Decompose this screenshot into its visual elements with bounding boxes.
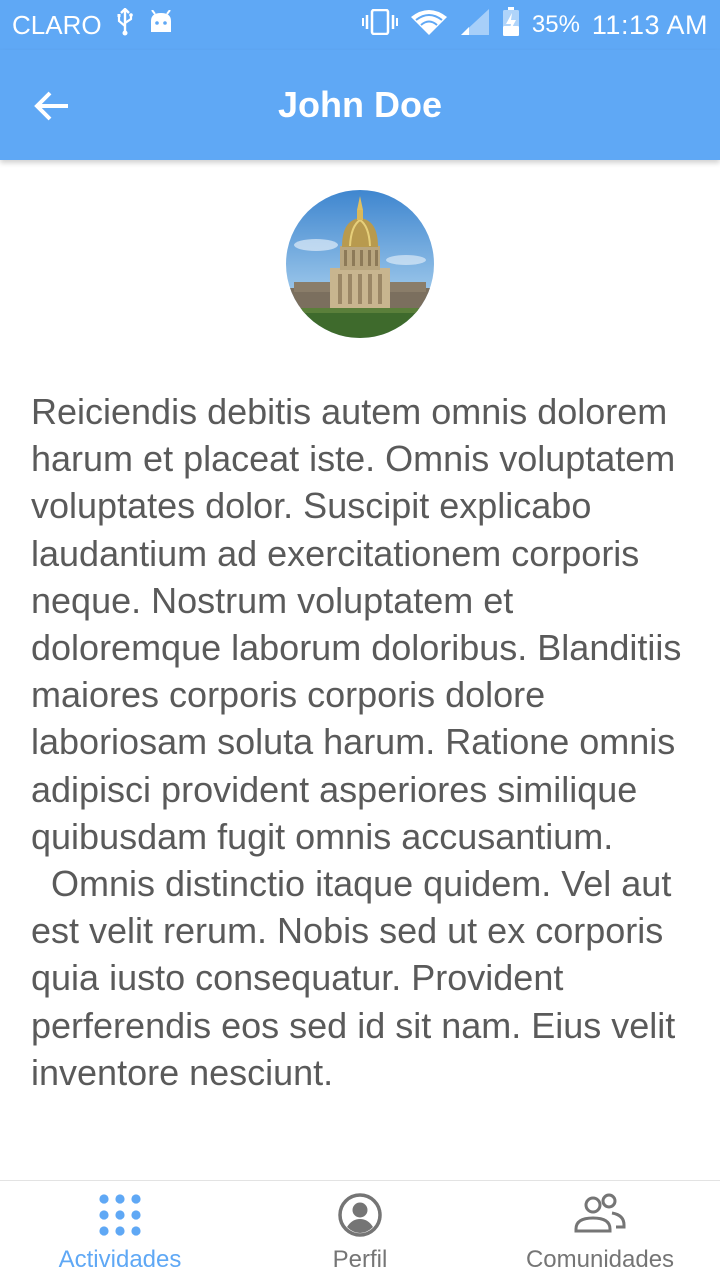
wifi-icon xyxy=(410,8,448,43)
nav-item-comunidades[interactable]: Comunidades xyxy=(480,1181,720,1281)
vibrate-icon xyxy=(361,8,398,42)
bio-paragraph: Reiciendis debitis autem omnis dolorem h… xyxy=(31,391,682,857)
battery-level: 35% xyxy=(531,11,580,38)
bottom-navigation: Actividades Perfil Comunidades xyxy=(0,1180,720,1281)
avatar[interactable] xyxy=(286,190,434,338)
android-icon xyxy=(148,8,174,41)
usb-icon xyxy=(116,6,134,43)
page-title: John Doe xyxy=(277,84,442,125)
clock: 11:13 AM xyxy=(591,9,708,40)
carrier-label: CLARO xyxy=(12,9,102,40)
bio-text: Reiciendis debitis autem omnis dolorem h… xyxy=(31,388,691,1096)
app-bar: John Doe xyxy=(0,50,720,160)
nav-label: Perfil xyxy=(332,1246,388,1273)
nav-item-perfil[interactable]: Perfil xyxy=(240,1181,480,1281)
battery-charging-icon xyxy=(502,6,520,44)
nav-label: Comunidades xyxy=(525,1246,675,1273)
bio-paragraph: Omnis distinctio itaque quidem. Vel aut … xyxy=(31,863,676,1093)
people-icon xyxy=(572,1191,628,1244)
apps-grid-icon xyxy=(96,1191,144,1244)
account-circle-icon xyxy=(336,1191,384,1244)
signal-icon xyxy=(460,8,490,43)
nav-label: Actividades xyxy=(58,1246,182,1273)
status-bar: CLARO 35% 11:13 AM xyxy=(0,0,720,50)
nav-item-actividades[interactable]: Actividades xyxy=(0,1181,240,1281)
profile-content[interactable]: Reiciendis debitis autem omnis dolorem h… xyxy=(0,160,720,1180)
